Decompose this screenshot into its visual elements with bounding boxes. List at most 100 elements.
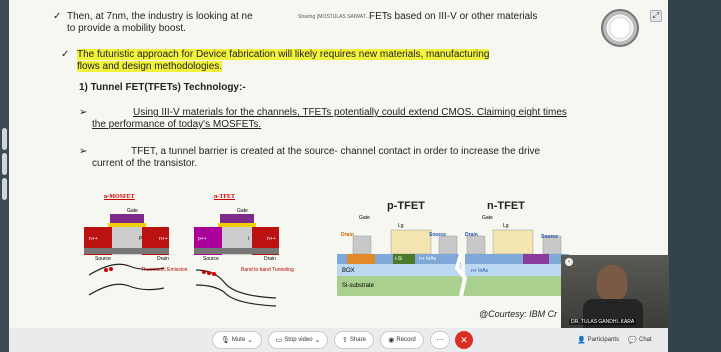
ntfet-lg-label: Lg — [503, 223, 509, 229]
electron-dot — [109, 267, 113, 271]
ptfet-gate-stack — [390, 229, 432, 255]
record-button[interactable]: ◉ Record — [380, 331, 424, 349]
bullet2-line2: flows and design methodologies. — [77, 61, 223, 72]
nmos-gate — [110, 214, 144, 224]
ptfet-drain-label: Drain — [341, 232, 354, 238]
nmos-nplus-right: n++ — [159, 236, 168, 242]
courtesy-text: @Courtesy: IBM Cr — [479, 309, 558, 319]
ntfet-gate — [220, 214, 254, 224]
chevron-down-icon: ⌄ — [247, 336, 254, 344]
share-label: Share — [349, 337, 366, 343]
chat-icon: 💬 — [628, 336, 638, 344]
ntfet-drain-contact — [466, 235, 486, 255]
side-handle[interactable] — [2, 178, 7, 200]
university-seal-logo — [601, 9, 639, 47]
end-call-icon: ✕ — [460, 335, 468, 345]
nmos-oxide — [108, 223, 146, 227]
sub2-line2: current of the transistor. — [92, 158, 198, 169]
chat-button[interactable]: 💬 Chat — [624, 331, 656, 349]
check-icon: ✓ — [61, 49, 70, 60]
ptfet-title: p-TFET — [387, 200, 425, 212]
nmos-p-label: P — [139, 236, 143, 242]
left-panel-strip — [0, 0, 9, 352]
ptfet-source-label: Source — [429, 232, 446, 238]
ntfet-source-region — [523, 254, 549, 264]
thermionic-label: Thermionic Emission — [141, 267, 188, 273]
ntfet-oxide — [218, 223, 256, 227]
ptfet-drain-region — [347, 254, 375, 264]
ptfet-box — [337, 264, 461, 276]
share-overlay-label: Sharing (MOSTULAS SAIWAT... — [298, 14, 370, 20]
more-icon: ⋯ — [436, 336, 444, 344]
sub2-line1: TFET, a tunnel barrier is created at the… — [131, 146, 541, 157]
electron-dot — [212, 272, 216, 276]
expand-icon[interactable]: ⤢ — [650, 10, 662, 22]
electron-dot — [104, 268, 108, 272]
bullet1-line2: to provide a mobility boost. — [67, 23, 186, 34]
nmos-gate-label: Gate — [127, 208, 138, 214]
i-si-label: i-Si — [395, 256, 403, 262]
ntfet-gate-stack — [492, 229, 534, 255]
participant-name: DR. TULAS GANDHI..KARA — [569, 319, 637, 325]
electron-dot — [202, 270, 206, 274]
electron-dot — [207, 271, 211, 275]
ntfet-band-lower — [195, 284, 277, 307]
microphone-icon: 🎙 — [220, 336, 230, 344]
ntfet-source-label: Source — [203, 256, 219, 262]
mosfet-tfet-diagram — [84, 214, 279, 307]
si-substrate-label: Si-substrate — [342, 283, 375, 289]
mute-button[interactable]: 🎙 Mute ⌄ — [212, 331, 262, 349]
ntfet-gate-label: Gate — [237, 208, 248, 214]
right-panel-strip — [668, 0, 721, 352]
side-handle[interactable] — [2, 128, 7, 150]
ntfet-gate-label-2: Gate — [482, 215, 493, 221]
sub1-line1: Using III-V materials for the channels, … — [133, 107, 567, 118]
arrow-bullet-icon: ➢ — [79, 146, 88, 157]
ptfet-drain-contact — [352, 235, 372, 255]
ntfet-channel — [465, 254, 569, 264]
ptfet-source-contact — [438, 235, 458, 255]
ntfet-i-label: i — [248, 236, 250, 242]
stop-video-button[interactable]: ▭ Stop video ⌄ — [268, 331, 328, 349]
bullet2-line1: The futuristic approach for Device fabri… — [77, 49, 490, 60]
more-options-button[interactable]: ⋯ — [430, 331, 450, 349]
bullet1-line1: Then, at 7nm, the industry is looking at… — [67, 11, 253, 22]
participants-icon: 👤 — [576, 336, 586, 344]
nmos-source-label: Source — [95, 256, 111, 262]
participants-button[interactable]: 👤 Participants — [575, 331, 621, 349]
camera-icon: ▭ — [275, 336, 283, 344]
ntfet-drain-label: Drain — [264, 256, 276, 262]
bullet1-line1-end: FETs based on III-V or other materials — [369, 11, 538, 22]
ntfet-drain-label-2: Drain — [465, 232, 478, 238]
video-options-icon[interactable]: ‹ — [565, 258, 573, 266]
participants-label: Participants — [587, 337, 620, 343]
n-inas-label: n+ InAs — [471, 268, 489, 274]
ntfet2-title: n-TFET — [487, 200, 525, 212]
arrow-bullet-icon: ➢ — [79, 107, 88, 118]
box-label: BOX — [342, 268, 355, 274]
ntfet-nplus-label: n++ — [267, 236, 276, 242]
nmos-nplus-left: n++ — [89, 236, 98, 242]
nmos-substrate — [84, 248, 169, 254]
record-label: Record — [396, 337, 416, 343]
chevron-down-icon: ⌄ — [314, 336, 321, 344]
ntfet-source-label-2: Source — [541, 234, 558, 240]
stop-video-label: Stop video — [284, 337, 313, 343]
record-icon: ◉ — [388, 336, 395, 344]
side-handle[interactable] — [2, 153, 7, 175]
band-tunneling-label: Band to band Tunneling — [241, 267, 294, 273]
ptfet-gate-label: Gate — [359, 215, 370, 221]
ptfet-lg-label: Lg — [398, 223, 404, 229]
nmos-band-lower — [88, 283, 165, 296]
check-icon: ✓ — [53, 11, 62, 22]
tfet-heading: 1) Tunnel FET(TFETs) Technology:- — [79, 82, 246, 93]
end-call-button[interactable]: ✕ — [455, 331, 473, 349]
share-icon: ⇪ — [342, 336, 348, 344]
nmos-drain-label: Drain — [157, 256, 169, 262]
n-ingaas-label: n+ InAs — [419, 256, 437, 262]
ntfet-pplus-label: p++ — [198, 236, 207, 242]
share-button[interactable]: ⇪ Share — [334, 331, 374, 349]
ntfet-substrate — [194, 248, 279, 254]
chat-label: Chat — [639, 337, 652, 343]
participant-video[interactable]: ‹ DR. TULAS GANDHI..KARA — [561, 255, 669, 330]
